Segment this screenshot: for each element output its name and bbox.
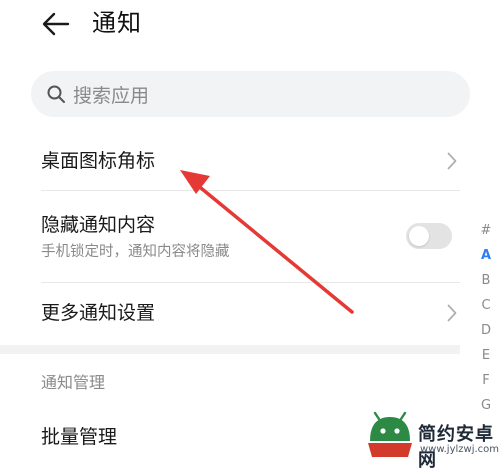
page-title: 通知 <box>92 9 142 37</box>
setting-row-sublabel: 手机锁定时，通知内容将隐藏 <box>41 244 230 260</box>
section-header: 通知管理 <box>41 373 106 392</box>
alpha-index-item[interactable]: D <box>481 318 491 343</box>
setting-row-hide-content: 隐藏通知内容 手机锁定时，通知内容将隐藏 <box>0 198 470 276</box>
setting-row-label: 隐藏通知内容 <box>41 214 156 236</box>
watermark-logo: 简约安卓网 www.jylzwj.com <box>362 408 500 471</box>
section-separator <box>0 345 460 354</box>
setting-row-badge[interactable]: 桌面图标角标 <box>0 134 470 188</box>
divider <box>41 282 460 283</box>
setting-row-batch[interactable]: 批量管理 <box>0 414 360 460</box>
hide-content-toggle[interactable] <box>406 223 452 249</box>
android-robot-icon <box>368 411 412 457</box>
setting-row-more[interactable]: 更多通知设置 <box>0 288 470 342</box>
alpha-index-item[interactable]: C <box>481 293 490 318</box>
setting-row-label: 批量管理 <box>41 426 118 448</box>
search-placeholder: 搜索应用 <box>73 84 150 107</box>
back-button[interactable] <box>36 8 76 40</box>
alpha-index-item[interactable]: # <box>481 218 492 243</box>
chevron-right-icon <box>444 151 460 171</box>
arrow-left-icon <box>42 12 70 36</box>
toggle-knob <box>409 226 429 246</box>
alpha-index-item[interactable]: E <box>482 343 490 368</box>
search-icon <box>45 83 67 105</box>
alpha-index-item[interactable]: B <box>482 268 491 293</box>
setting-row-label: 更多通知设置 <box>41 302 156 324</box>
alphabet-index[interactable]: # A B C D E F G <box>476 218 496 418</box>
divider <box>41 190 460 191</box>
setting-row-label: 桌面图标角标 <box>41 150 156 172</box>
alpha-index-item-active[interactable]: A <box>481 243 491 268</box>
watermark-url: www.jylzwj.com <box>420 444 500 455</box>
search-input[interactable]: 搜索应用 <box>31 71 470 117</box>
alpha-index-item[interactable]: F <box>482 368 489 393</box>
chevron-right-icon <box>444 303 460 323</box>
